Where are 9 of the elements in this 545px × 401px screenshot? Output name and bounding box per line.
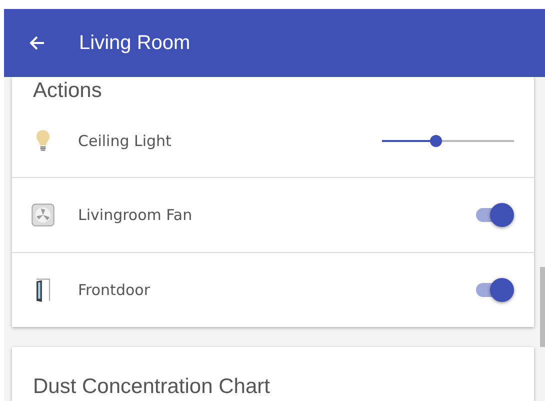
- device-label: Ceiling Light: [78, 132, 172, 150]
- toggle-switch[interactable]: [476, 203, 514, 227]
- device-label: Livingroom Fan: [78, 206, 194, 224]
- card-title: Dust Concentration Chart: [32, 374, 271, 400]
- back-arrow-icon[interactable]: [29, 35, 45, 51]
- card-title: Actions: [32, 78, 103, 104]
- page-title: Living Room: [79, 32, 190, 54]
- device-label: Frontdoor: [78, 281, 151, 299]
- toggle-switch[interactable]: [476, 278, 514, 302]
